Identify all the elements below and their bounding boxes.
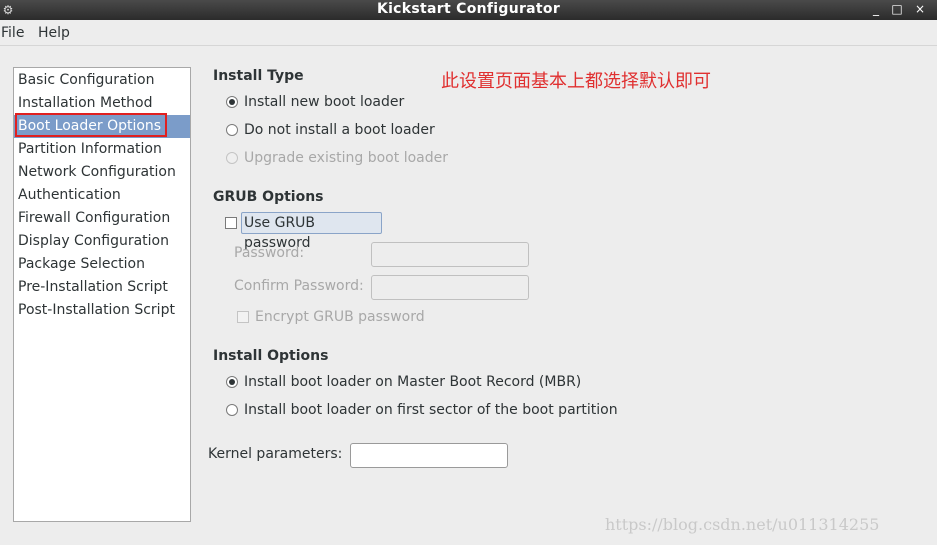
encrypt-grub-password-label: Encrypt GRUB password — [255, 309, 425, 325]
sidebar-item-display-configuration[interactable]: Display Configuration — [14, 230, 190, 253]
annotation-note: 此设置页面基本上都选择默认即可 — [441, 71, 711, 92]
password-field — [371, 242, 529, 267]
radio-unchecked-icon — [226, 404, 238, 416]
confirm-password-field — [371, 275, 529, 300]
radio-label: Install new boot loader — [244, 94, 405, 110]
kernel-parameters-input[interactable] — [350, 443, 508, 468]
radio-label: Upgrade existing boot loader — [244, 150, 448, 166]
sidebar-item-firewall-configuration[interactable]: Firewall Configuration — [14, 207, 190, 230]
sidebar-item-installation-method[interactable]: Installation Method — [14, 92, 190, 115]
window-title: Kickstart Configurator — [376, 1, 561, 17]
sidebar-item-basic-configuration[interactable]: Basic Configuration — [14, 69, 190, 92]
radio-disabled-icon — [226, 152, 238, 164]
radio-label: Install boot loader on first sector of t… — [244, 402, 618, 418]
checkbox-icon — [225, 217, 237, 229]
sidebar-category-list: Basic Configuration Installation Method … — [13, 67, 191, 522]
menu-help[interactable]: Help — [38, 25, 70, 41]
password-label: Password: — [234, 245, 305, 261]
kernel-parameters-label: Kernel parameters: — [208, 446, 343, 462]
menubar: File Help — [0, 20, 937, 46]
sidebar-item-network-configuration[interactable]: Network Configuration — [14, 161, 190, 184]
close-button[interactable]: × — [911, 0, 929, 20]
window-titlebar: ⚙ Kickstart Configurator _ □ × — [0, 0, 937, 20]
radio-checked-icon — [226, 376, 238, 388]
sidebar-item-authentication[interactable]: Authentication — [14, 184, 190, 207]
install-type-title: Install Type — [213, 68, 304, 84]
confirm-password-label: Confirm Password: — [234, 278, 364, 294]
grub-options-title: GRUB Options — [213, 189, 324, 205]
maximize-button[interactable]: □ — [888, 0, 906, 20]
radio-label: Do not install a boot loader — [244, 122, 435, 138]
radio-checked-icon — [226, 96, 238, 108]
red-highlight-box — [15, 113, 167, 137]
checkbox-disabled-icon — [237, 311, 249, 323]
sidebar-item-package-selection[interactable]: Package Selection — [14, 253, 190, 276]
menu-file[interactable]: File — [1, 25, 24, 41]
sidebar-item-pre-installation-script[interactable]: Pre-Installation Script — [14, 276, 190, 299]
install-options-title: Install Options — [213, 348, 329, 364]
radio-label: Install boot loader on Master Boot Recor… — [244, 374, 582, 390]
sidebar-item-partition-information[interactable]: Partition Information — [14, 138, 190, 161]
radio-unchecked-icon — [226, 124, 238, 136]
use-grub-password-label[interactable]: Use GRUB password — [241, 212, 382, 251]
minimize-button[interactable]: _ — [867, 0, 885, 20]
sidebar-item-post-installation-script[interactable]: Post-Installation Script — [14, 299, 190, 322]
watermark-url: https://blog.csdn.net/u011314255 — [605, 515, 880, 534]
